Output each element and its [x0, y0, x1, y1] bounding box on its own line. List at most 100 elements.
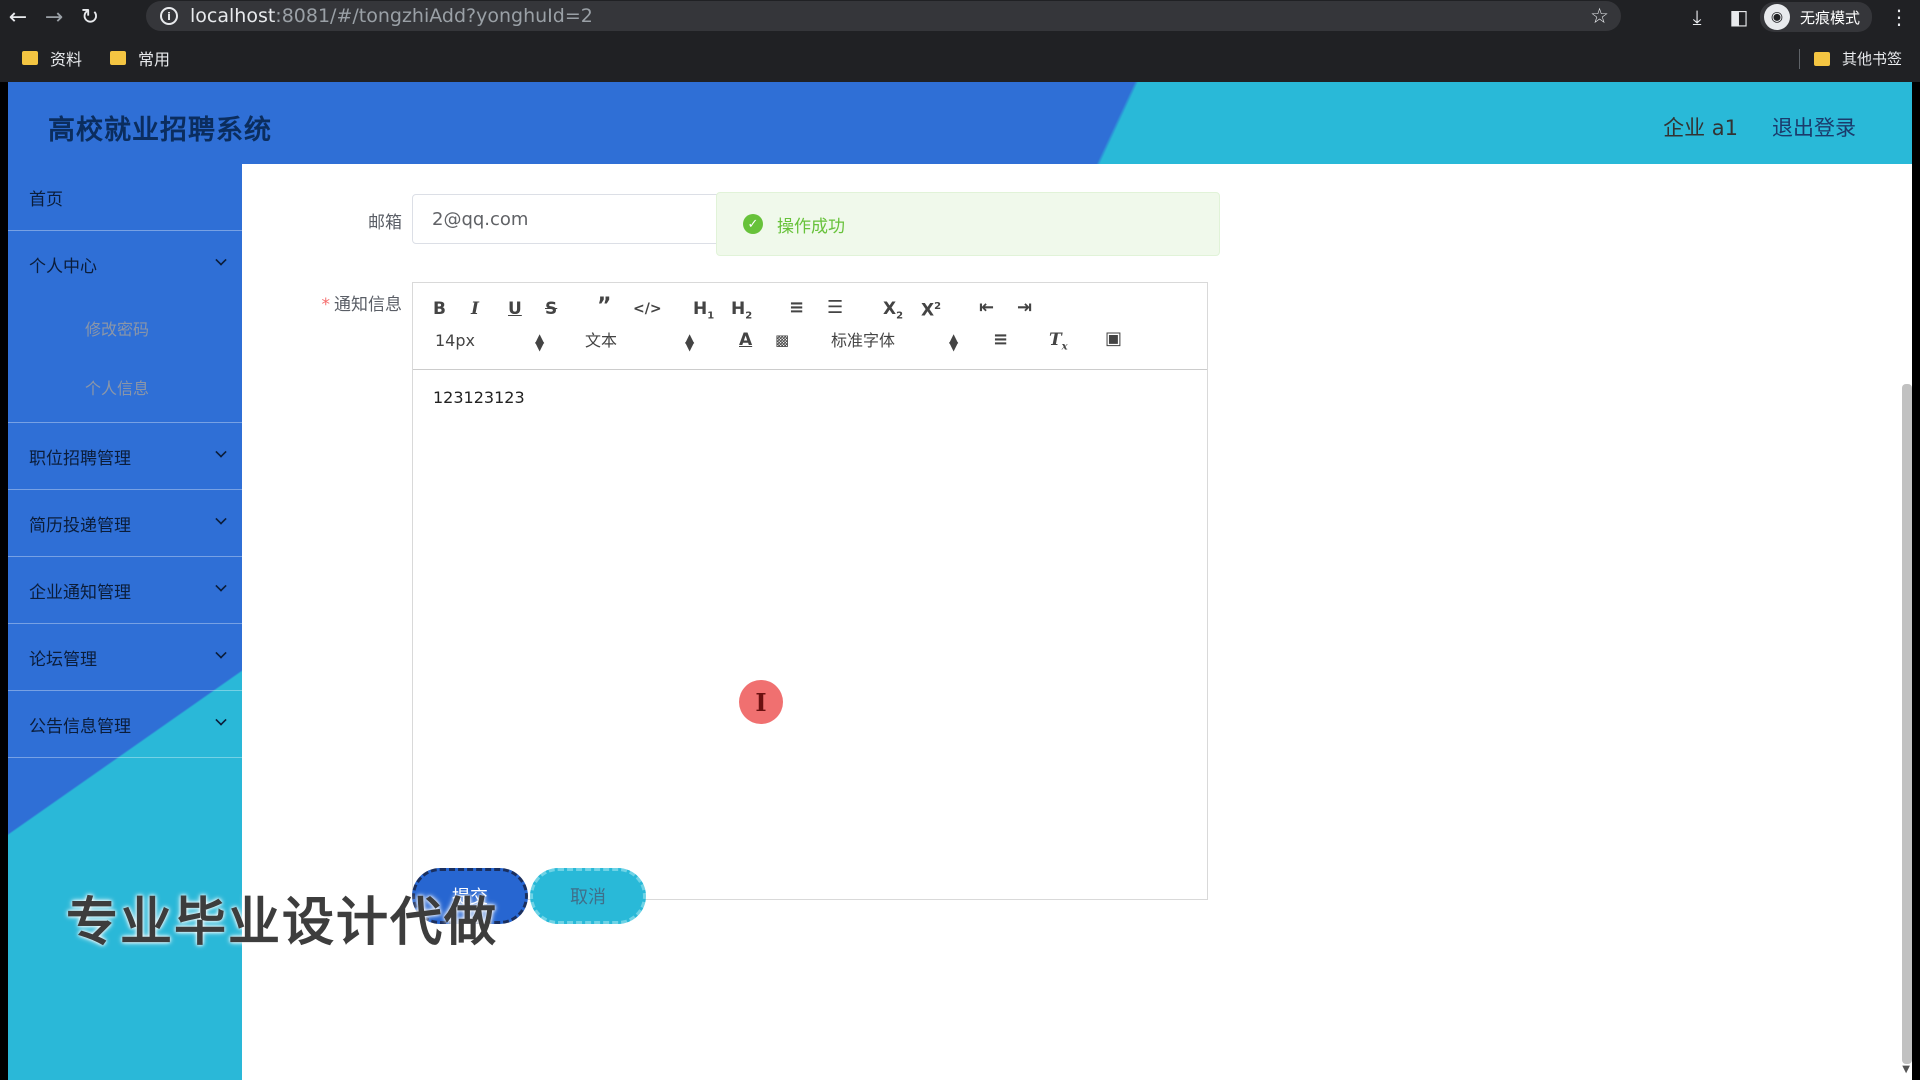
sidebar-item-job-management[interactable]: 职位招聘管理	[8, 423, 242, 490]
text-cursor-icon: I	[739, 680, 783, 724]
clear-format-icon[interactable]: Tx	[1049, 330, 1068, 357]
address-bar[interactable]: i localhost:8081/#/tongzhiAdd?yonghuId=2…	[146, 1, 1621, 31]
url-text: localhost:8081/#/tongzhiAdd?yonghuId=2	[190, 5, 593, 27]
folder-icon	[22, 51, 38, 65]
bookmark-folder-1[interactable]: 常用	[110, 46, 170, 70]
font-family-select[interactable]: 标准字体 ▲ ▼	[831, 331, 961, 352]
chevron-down-icon	[215, 647, 227, 659]
font-size-value: 14px	[435, 331, 475, 350]
current-user: 企业 a1	[1663, 116, 1738, 140]
scroll-down-arrow-icon[interactable]: ▼	[1902, 1064, 1910, 1075]
blockquote-icon[interactable]: ”	[597, 296, 611, 318]
chevron-down-icon	[215, 446, 227, 458]
select-arrows-icon: ▲ ▼	[685, 331, 695, 353]
other-bookmarks[interactable]: 其他书签	[1798, 48, 1902, 69]
align-icon[interactable]: ≡	[993, 330, 1008, 350]
notice-label: 通知信息	[334, 295, 402, 315]
editor-text: 123123123	[433, 388, 525, 407]
rich-text-editor: B I U S ” </> H1 H2 ≡ ☰ X2 X2 ⇤ ⇥ 14px ▲ ▼…	[412, 282, 1208, 900]
sidebar-group-personal: 个人中心 修改密码 个人信息	[8, 231, 242, 423]
watermark-text: 专业毕业设计代做	[66, 893, 499, 953]
image-icon[interactable]: ▣	[1105, 329, 1122, 349]
select-arrows-icon: ▲ ▼	[535, 331, 545, 353]
sidebar-item-personal-center[interactable]: 个人中心	[8, 231, 242, 298]
header-select[interactable]: 文本 ▲ ▼	[585, 331, 697, 353]
sidebar-item-forum-management[interactable]: 论坛管理	[8, 624, 242, 691]
email-label: 邮箱	[368, 213, 402, 233]
cancel-button[interactable]: 取消	[530, 868, 646, 924]
bookmarks-bar: 资料 常用 其他书签	[0, 34, 1920, 82]
app-header: 高校就业招聘系统 企业 a1 退出登录	[8, 82, 1912, 164]
chevron-down-icon	[215, 580, 227, 592]
bookmark-folder-0[interactable]: 资料	[22, 46, 82, 70]
sidebar-item-resume-management[interactable]: 简历投递管理	[8, 490, 242, 557]
heading2-icon[interactable]: H2	[731, 299, 752, 326]
code-block-icon[interactable]: </>	[633, 299, 662, 319]
font-size-select[interactable]: 14px ▲ ▼	[435, 331, 547, 353]
editor-content-area[interactable]: 123123123	[413, 370, 1207, 425]
forward-icon[interactable]: →	[36, 0, 72, 34]
indent-icon[interactable]: ⇥	[1017, 298, 1032, 318]
editor-toolbar: B I U S ” </> H1 H2 ≡ ☰ X2 X2 ⇤ ⇥ 14px ▲ ▼…	[413, 283, 1207, 370]
sidebar-item-home[interactable]: 首页	[8, 164, 242, 231]
sidebar-subitem-personal-info[interactable]: 个人信息	[8, 357, 242, 416]
chevron-down-icon	[215, 513, 227, 525]
strikethrough-icon[interactable]: S	[545, 299, 557, 319]
bookmark-label: 资料	[50, 50, 83, 69]
notice-label-wrap: * 通知信息	[282, 290, 403, 315]
font-family-value: 标准字体	[831, 331, 896, 350]
sidebar-subitem-change-password[interactable]: 修改密码	[8, 298, 242, 357]
outdent-icon[interactable]: ⇤	[979, 298, 994, 318]
chevron-down-icon	[215, 714, 227, 726]
sidebar-subitem-label: 个人信息	[85, 378, 150, 398]
bookmark-label: 常用	[138, 50, 171, 69]
back-icon[interactable]: ←	[0, 0, 36, 34]
email-value: 2@qq.com	[432, 208, 529, 230]
more-menu-icon[interactable]: ⋮	[1878, 5, 1920, 29]
sidebar-item-label: 职位招聘管理	[29, 448, 131, 469]
subscript-icon[interactable]: X2	[883, 299, 903, 326]
bookmark-star-icon[interactable]: ☆	[1590, 4, 1609, 28]
app-title: 高校就业招聘系统	[48, 115, 272, 146]
chevron-up-icon	[215, 254, 227, 266]
sidebar-item-label: 首页	[29, 189, 63, 210]
incognito-badge[interactable]: ◉ 无痕模式	[1759, 2, 1872, 32]
folder-icon	[110, 51, 127, 65]
url-path: :8081/#/tongzhiAdd?yonghuId=2	[275, 5, 593, 27]
bold-icon[interactable]: B	[433, 299, 446, 319]
other-bookmarks-label: 其他书签	[1841, 50, 1902, 68]
italic-icon[interactable]: I	[471, 299, 479, 319]
divider	[1798, 48, 1800, 69]
incognito-icon: ◉	[1763, 4, 1790, 30]
url-host: localhost	[190, 5, 276, 27]
bullet-list-icon[interactable]: ☰	[827, 298, 843, 318]
header-value: 文本	[585, 331, 618, 350]
folder-icon	[1813, 51, 1830, 66]
browser-actions: ⤓ ◧ ◉ 无痕模式 ⋮	[1676, 0, 1920, 34]
site-info-icon[interactable]: i	[160, 7, 178, 25]
reload-icon[interactable]: ↻	[72, 0, 108, 34]
heading1-icon[interactable]: H1	[693, 299, 714, 326]
sidebar-item-label: 论坛管理	[29, 649, 97, 670]
browser-toolbar: ← → ↻ i localhost:8081/#/tongzhiAdd?yong…	[0, 0, 1920, 34]
download-icon[interactable]: ⤓	[1676, 5, 1718, 29]
ordered-list-icon[interactable]: ≡	[789, 298, 804, 318]
underline-icon[interactable]: U	[508, 299, 522, 319]
check-circle-icon: ✓	[743, 214, 763, 234]
success-toast: ✓ 操作成功	[716, 192, 1220, 256]
sidebar-item-label: 企业通知管理	[29, 582, 131, 603]
sidebar-item-label: 公告信息管理	[29, 716, 131, 737]
sidebar-subitem-label: 修改密码	[85, 319, 150, 339]
toast-message: 操作成功	[777, 216, 845, 237]
incognito-label: 无痕模式	[1799, 8, 1860, 27]
background-color-icon[interactable]: ▩	[775, 330, 789, 350]
sidebar-item-announcement-management[interactable]: 公告信息管理	[8, 691, 242, 758]
sidebar-item-notice-management[interactable]: 企业通知管理	[8, 557, 242, 624]
page-scrollbar[interactable]	[1902, 384, 1912, 1064]
required-mark: *	[321, 295, 331, 315]
logout-button[interactable]: 退出登录	[1772, 112, 1856, 142]
header-user-area: 企业 a1 退出登录	[1663, 112, 1856, 142]
side-panel-icon[interactable]: ◧	[1718, 5, 1760, 29]
text-color-icon[interactable]: A	[739, 330, 752, 350]
superscript-icon[interactable]: X2	[921, 297, 941, 321]
